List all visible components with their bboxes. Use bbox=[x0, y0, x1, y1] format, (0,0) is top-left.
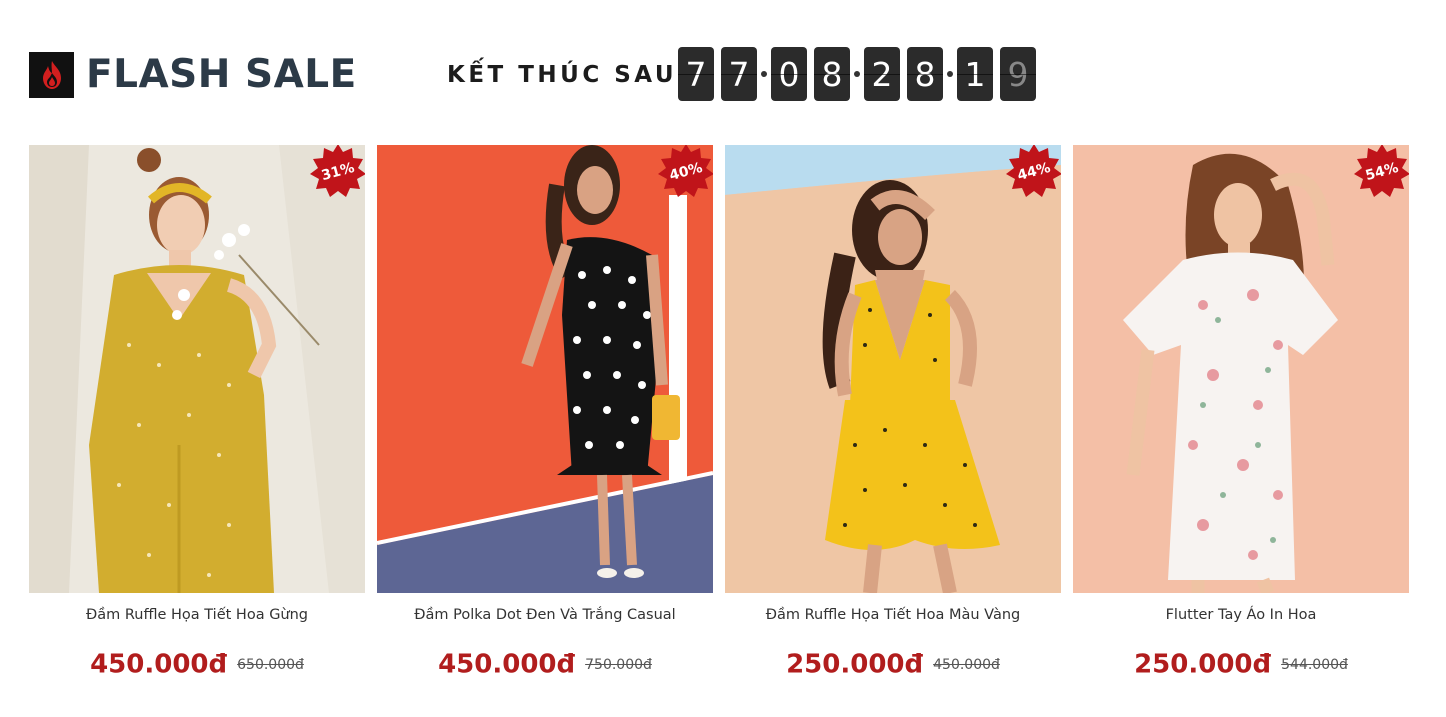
page-title: FLASH SALE bbox=[86, 52, 357, 97]
timer-digit: 0 bbox=[771, 47, 807, 101]
timer-digit: 9 bbox=[1000, 47, 1036, 101]
timer-digit: 2 bbox=[864, 47, 900, 101]
product-image[interactable]: 31% bbox=[29, 145, 365, 593]
product-old-price: 450.000đ bbox=[933, 656, 1000, 673]
discount-badge: 44% bbox=[1004, 145, 1061, 202]
product-name[interactable]: Đầm Ruffle Họa Tiết Hoa Gừng bbox=[29, 605, 365, 625]
discount-badge: 31% bbox=[308, 145, 365, 202]
product-prices: 450.000đ 750.000đ bbox=[377, 648, 713, 681]
flash-sale-header: FLASH SALE KẾT THÚC SAU 7 7 0 8 2 8 1 9 bbox=[29, 47, 1419, 107]
product-card[interactable]: 44% Đầm Ruffle Họa Tiết Hoa Màu Vàng 250… bbox=[725, 145, 1061, 681]
product-prices: 250.000đ 450.000đ bbox=[725, 648, 1061, 681]
countdown-label: KẾT THÚC SAU bbox=[447, 62, 678, 88]
product-card[interactable]: 54% Flutter Tay Áo In Hoa 250.000đ 544.00… bbox=[1073, 145, 1409, 681]
product-prices: 250.000đ 544.000đ bbox=[1073, 648, 1409, 681]
product-image[interactable]: 54% bbox=[1073, 145, 1409, 593]
product-price: 250.000đ bbox=[1134, 649, 1272, 680]
product-name[interactable]: Đầm Ruffle Họa Tiết Hoa Màu Vàng bbox=[725, 605, 1061, 625]
timer-digit: 8 bbox=[907, 47, 943, 101]
timer-digit: 7 bbox=[678, 47, 714, 101]
product-grid: 31% Đầm Ruffle Họa Tiết Hoa Gừng 450.000… bbox=[29, 145, 1419, 695]
discount-badge: 40% bbox=[656, 145, 713, 202]
timer-separator bbox=[853, 47, 861, 101]
timer-separator bbox=[760, 47, 768, 101]
product-price: 450.000đ bbox=[90, 649, 228, 680]
product-old-price: 750.000đ bbox=[585, 656, 652, 673]
flame-icon bbox=[29, 52, 74, 98]
product-name[interactable]: Đầm Polka Dot Đen Và Trắng Casual bbox=[377, 605, 713, 625]
product-old-price: 544.000đ bbox=[1281, 656, 1348, 673]
product-old-price: 650.000đ bbox=[237, 656, 304, 673]
timer-separator bbox=[946, 47, 954, 101]
discount-badge: 54% bbox=[1352, 145, 1409, 202]
product-price: 450.000đ bbox=[438, 649, 576, 680]
timer-digit: 7 bbox=[721, 47, 757, 101]
timer-digit: 8 bbox=[814, 47, 850, 101]
product-price: 250.000đ bbox=[786, 649, 924, 680]
product-name[interactable]: Flutter Tay Áo In Hoa bbox=[1073, 605, 1409, 625]
product-card[interactable]: 31% Đầm Ruffle Họa Tiết Hoa Gừng 450.000… bbox=[29, 145, 365, 681]
product-prices: 450.000đ 650.000đ bbox=[29, 648, 365, 681]
product-image[interactable]: 44% bbox=[725, 145, 1061, 593]
countdown-timer: 7 7 0 8 2 8 1 9 bbox=[678, 47, 1043, 101]
product-card[interactable]: 40% Đầm Polka Dot Đen Và Trắng Casual 45… bbox=[377, 145, 713, 681]
timer-digit: 1 bbox=[957, 47, 993, 101]
product-image[interactable]: 40% bbox=[377, 145, 713, 593]
